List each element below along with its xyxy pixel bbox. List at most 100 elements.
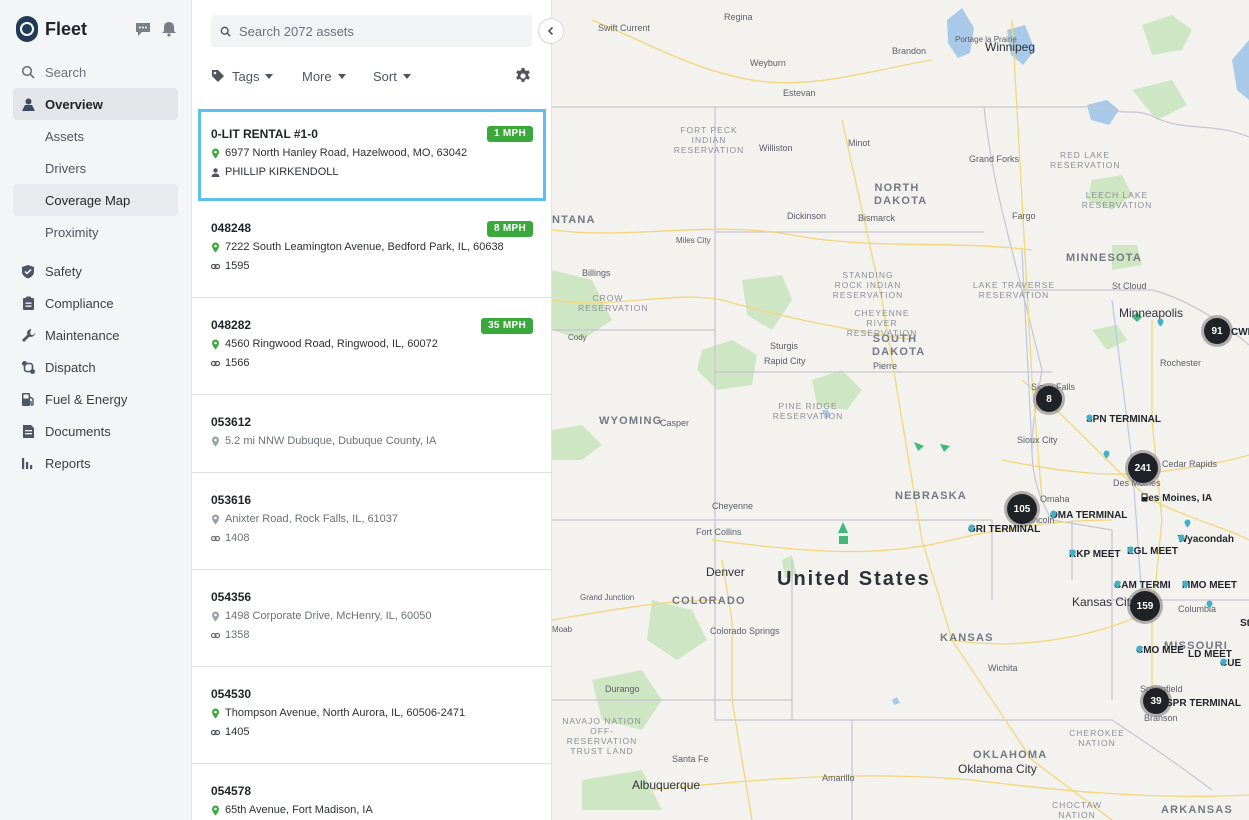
nav-sub-proximity[interactable]: Proximity [13, 216, 178, 248]
asset-card[interactable]: 053612 5.2 mi NNW Dubuque, Dubuque Count… [192, 395, 551, 473]
asset-cluster[interactable]: 91 [1204, 318, 1230, 344]
terminal-marker[interactable]: MMO MEET [1182, 580, 1237, 591]
terminal-marker[interactable]: OMA TERMINAL [1050, 510, 1127, 521]
city-label: Sturgis [770, 341, 799, 351]
driver-name: PHILLIP KIRKENDOLL [225, 166, 339, 178]
vehicle-marker-icon[interactable] [914, 442, 924, 451]
bell-icon[interactable] [160, 21, 178, 37]
location-pin-icon [212, 514, 219, 525]
asset-card[interactable]: 0-LIT RENTAL #1-0 1 MPH 6977 North Hanle… [198, 109, 546, 201]
link-icon [211, 632, 220, 639]
fuel-icon [20, 391, 36, 407]
location-pin-icon [1178, 534, 1185, 543]
asset-list-panel: Tags More Sort 0-LIT RENTAL #1-0 1 MPH 6… [192, 0, 552, 820]
asset-card[interactable]: 054356 1498 Corporate Drive, McHenry, IL… [192, 570, 551, 667]
nav-sub-drivers[interactable]: Drivers [13, 152, 178, 184]
gear-icon[interactable] [514, 67, 532, 85]
fuel-station-icon [1141, 493, 1148, 502]
asset-card[interactable]: 048248 8 MPH 7222 South Leamington Avenu… [192, 201, 551, 298]
state-label: COLORADO [672, 595, 746, 607]
sort-dropdown[interactable]: Sort [373, 64, 411, 88]
terminal-marker[interactable]: CWI [1231, 327, 1249, 338]
city-label: Durango [605, 684, 640, 694]
nav-compliance[interactable]: Compliance [13, 287, 178, 319]
location-pin-icon[interactable] [1206, 600, 1213, 609]
reservation-label: LEECH LAKE RESERVATION [1081, 190, 1153, 210]
city-label: Casper [660, 418, 690, 428]
terminal-label: OMA TERMINAL [1050, 510, 1128, 521]
link-icon [211, 360, 220, 367]
nav-safety[interactable]: Safety [13, 255, 178, 287]
asset-name: 0-LIT RENTAL #1-0 [211, 127, 318, 141]
nav-fuel-energy[interactable]: Fuel & Energy [13, 383, 178, 415]
route-icon [20, 359, 36, 375]
terminal-label: CAM TERMI [1114, 580, 1171, 591]
city-label: Weyburn [750, 58, 786, 68]
location-pin-icon [212, 148, 219, 159]
asset-link: 1405 [211, 726, 533, 739]
terminal-marker[interactable]: Wyacondah [1178, 534, 1234, 545]
brand[interactable]: Fleet [16, 14, 87, 44]
asset-card[interactable]: 053616 Anixter Road, Rock Falls, IL, 610… [192, 473, 551, 570]
terminal-marker[interactable]: CMO MEE [1136, 645, 1184, 656]
person-icon [211, 168, 220, 177]
terminal-marker[interactable]: CAM TERMI [1114, 580, 1171, 591]
nav-sub-coverage-map[interactable]: Coverage Map [13, 184, 178, 216]
reservation-label: FORT PECK INDIAN RESERVATION [673, 125, 745, 155]
asset-cluster[interactable]: 241 [1128, 453, 1158, 483]
state-label: NEBRASKA [895, 490, 967, 502]
speed-badge: 1 MPH [486, 126, 533, 142]
nav-label: Safety [45, 263, 82, 279]
chat-icon[interactable] [134, 21, 152, 37]
city-label: Pierre [873, 361, 898, 371]
vehicle-marker-icon[interactable] [839, 536, 848, 544]
location-pin-icon [1182, 580, 1189, 589]
nav-dispatch[interactable]: Dispatch [13, 351, 178, 383]
collapse-panel-button[interactable] [538, 18, 564, 44]
coverage-map[interactable]: Regina Swift Current Brandon Portage la … [552, 0, 1249, 820]
nav-maintenance[interactable]: Maintenance [13, 319, 178, 351]
asset-address: 4560 Ringwood Road, Ringwood, IL, 60072 [211, 338, 533, 351]
nav-documents[interactable]: Documents [13, 415, 178, 447]
more-dropdown[interactable]: More [302, 64, 346, 88]
nav-sub-assets[interactable]: Assets [13, 120, 178, 152]
shield-icon [20, 263, 36, 279]
tags-dropdown[interactable]: Tags [211, 64, 274, 88]
asset-card[interactable]: 054578 65th Avenue, Fort Madison, IA [192, 764, 551, 820]
vehicle-marker-icon[interactable] [940, 444, 950, 452]
nav-search[interactable]: Search [13, 56, 178, 88]
terminal-marker[interactable]: SPN TERMINAL [1086, 414, 1161, 425]
terminal-marker[interactable]: St [1240, 618, 1249, 629]
asset-search-input[interactable] [239, 23, 519, 39]
terminal-marker[interactable]: GRI TERMINAL [968, 524, 1040, 535]
asset-search[interactable] [211, 15, 532, 47]
nav-overview[interactable]: Overview [13, 88, 178, 120]
terminal-marker[interactable]: EGL MEET [1127, 546, 1178, 557]
asset-address: 5.2 mi NNW Dubuque, Dubuque County, IA [211, 435, 533, 448]
city-label: Albuquerque [632, 778, 701, 792]
terminal-marker[interactable]: SPR TERMINAL [1166, 698, 1241, 709]
location-pin-icon[interactable] [1184, 519, 1191, 528]
terminal-label: CWI [1231, 327, 1249, 338]
asset-cluster[interactable]: 8 [1036, 386, 1062, 412]
location-pin-icon[interactable] [1103, 450, 1110, 459]
terminal-marker[interactable]: CUE [1220, 658, 1241, 669]
city-label: Oklahoma City [958, 762, 1037, 776]
chevron-left-icon [547, 26, 554, 36]
vehicle-marker-icon[interactable] [838, 522, 848, 533]
asset-cluster[interactable]: 105 [1007, 494, 1037, 524]
overview-icon [20, 96, 36, 112]
terminal-marker[interactable]: Des Moines, IA [1141, 493, 1212, 504]
asset-card[interactable]: 048282 35 MPH 4560 Ringwood Road, Ringwo… [192, 298, 551, 395]
nav-reports[interactable]: Reports [13, 447, 178, 479]
terminal-marker[interactable]: RKP MEET [1069, 549, 1121, 560]
reservation-label: CROW RESERVATION [578, 293, 649, 313]
asset-cluster[interactable]: 159 [1130, 591, 1160, 621]
city-label: Williston [759, 143, 793, 153]
asset-address: 65th Avenue, Fort Madison, IA [211, 804, 533, 817]
location-pin-icon[interactable] [1157, 318, 1164, 327]
terminal-label: EGL MEET [1127, 546, 1178, 557]
nav-label: Compliance [45, 295, 114, 311]
asset-card[interactable]: 054530 Thompson Avenue, North Aurora, IL… [192, 667, 551, 764]
asset-name: 053616 [211, 493, 252, 507]
